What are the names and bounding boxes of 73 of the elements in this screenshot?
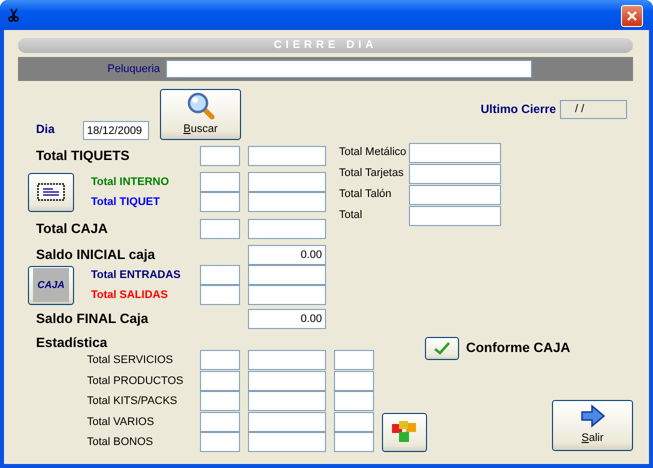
input-field[interactable] xyxy=(248,391,326,412)
row-label: Saldo FINAL Caja xyxy=(35,310,150,328)
row-label: Total SERVICIOS xyxy=(87,353,174,368)
input-field[interactable] xyxy=(200,219,240,239)
field-label: Dia xyxy=(36,121,56,138)
header-banner: CIERRE DIA xyxy=(18,38,633,53)
row-label: Total TIQUET xyxy=(90,194,161,210)
input-field[interactable] xyxy=(248,219,326,239)
row-label: Total Talón xyxy=(339,187,392,202)
check-icon xyxy=(434,342,450,355)
input-field[interactable] xyxy=(200,412,240,432)
confirm-button[interactable] xyxy=(425,337,459,360)
input-field[interactable] xyxy=(248,432,326,452)
input-field[interactable] xyxy=(409,164,501,184)
input-field[interactable] xyxy=(334,391,374,412)
row-label: Saldo INICIAL caja xyxy=(35,246,156,264)
input-field[interactable] xyxy=(200,350,240,370)
input-field[interactable]: 0.00 xyxy=(248,245,326,265)
field-label: Ultimo Cierre xyxy=(480,101,556,118)
scissors-icon xyxy=(8,8,20,22)
field-label: Peluqueria xyxy=(106,62,161,77)
row-label: Total SALIDAS xyxy=(90,288,169,303)
cash-button[interactable]: CAJA xyxy=(28,266,74,304)
input-field[interactable] xyxy=(334,412,374,432)
ticket-button[interactable] xyxy=(28,172,74,212)
input-field[interactable] xyxy=(248,350,326,370)
input-field[interactable]: 0.00 xyxy=(248,309,326,329)
row-label: Total Metálico xyxy=(339,145,408,160)
row-label: Total PRODUCTOS xyxy=(87,374,184,388)
row-label: Total TIQUETS xyxy=(35,146,130,165)
close-icon xyxy=(626,10,638,22)
input-field[interactable] xyxy=(200,146,240,166)
input-field[interactable] xyxy=(200,370,240,391)
input-field[interactable] xyxy=(200,265,240,285)
section-title: Estadística xyxy=(35,335,108,350)
input-field[interactable] xyxy=(409,206,501,226)
row-label: Total Tarjetas xyxy=(339,166,405,182)
input-field[interactable] xyxy=(248,172,326,192)
row-label: Total CAJA xyxy=(35,220,109,238)
cubes-icon xyxy=(390,420,418,444)
input-field[interactable] xyxy=(334,432,374,452)
input-field[interactable]: / / xyxy=(560,100,627,118)
confirm-label: Conforme CAJA xyxy=(466,339,570,358)
input-field[interactable] xyxy=(200,172,240,192)
input-field[interactable] xyxy=(248,412,326,432)
row-label: Total xyxy=(339,208,364,224)
input-field[interactable] xyxy=(248,370,326,391)
ticket-icon xyxy=(37,183,65,201)
row-label: Total KITS/PACKS xyxy=(87,394,178,409)
row-label: Total INTERNO xyxy=(90,174,170,190)
search-button[interactable]: Buscar xyxy=(160,89,241,140)
input-field[interactable] xyxy=(409,142,501,162)
close-button[interactable] xyxy=(621,5,643,27)
input-field[interactable] xyxy=(166,60,532,78)
input-field[interactable] xyxy=(248,146,326,166)
exit-button[interactable]: Salir xyxy=(552,400,633,450)
row-label: Total BONOS xyxy=(87,435,154,450)
input-field[interactable] xyxy=(334,350,374,370)
input-field[interactable] xyxy=(200,192,240,212)
cubes-button[interactable] xyxy=(382,412,427,452)
input-field[interactable] xyxy=(248,285,326,305)
row-label: Total ENTRADAS xyxy=(90,268,182,283)
input-field[interactable]: 18/12/2009 xyxy=(83,121,149,140)
input-field[interactable] xyxy=(334,370,374,391)
input-field[interactable] xyxy=(409,184,501,204)
input-field[interactable] xyxy=(200,432,240,452)
row-label: Total VARIOS xyxy=(87,414,156,430)
input-field[interactable] xyxy=(248,265,326,285)
input-field[interactable] xyxy=(200,391,240,412)
arrow-right-icon xyxy=(580,404,606,428)
input-field[interactable] xyxy=(248,192,326,212)
input-field[interactable] xyxy=(200,285,240,305)
search-icon xyxy=(186,91,216,122)
